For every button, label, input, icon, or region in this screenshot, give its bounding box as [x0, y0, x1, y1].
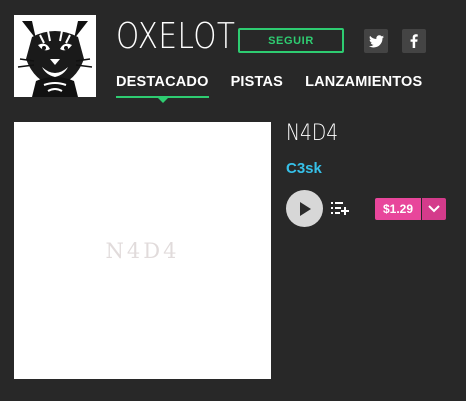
tab-lanzamientos[interactable]: LANZAMIENTOS — [305, 74, 422, 98]
active-tab-caret-icon — [157, 97, 169, 103]
play-button[interactable] — [286, 190, 323, 227]
artist-avatar[interactable] — [14, 15, 96, 97]
artist-tabs: DESTACADO PISTAS LANZAMIENTOS — [116, 74, 422, 98]
buy-price-button[interactable]: $1.29 — [375, 198, 422, 220]
tab-destacado[interactable]: DESTACADO — [116, 74, 209, 98]
play-icon — [299, 201, 311, 216]
twitter-icon — [368, 34, 384, 47]
facebook-icon — [410, 34, 418, 48]
facebook-button[interactable] — [402, 29, 426, 53]
cat-logo-icon — [14, 15, 96, 97]
buy-options-dropdown[interactable] — [422, 198, 447, 220]
cover-art-text: N4D4 — [105, 238, 180, 263]
release-title: N4D4 — [286, 121, 339, 146]
artist-name: OXELOT — [116, 16, 236, 57]
release-cover-art[interactable]: N4D4 — [14, 122, 271, 379]
chevron-down-icon — [428, 205, 440, 213]
add-to-queue-button[interactable] — [331, 200, 349, 216]
twitter-button[interactable] — [364, 29, 388, 53]
tab-pistas[interactable]: PISTAS — [231, 74, 284, 98]
buy-group: $1.29 — [375, 198, 447, 220]
follow-button[interactable]: SEGUIR — [238, 28, 344, 53]
release-artist-link[interactable]: C3sk — [286, 160, 322, 177]
add-to-queue-icon — [331, 202, 349, 215]
